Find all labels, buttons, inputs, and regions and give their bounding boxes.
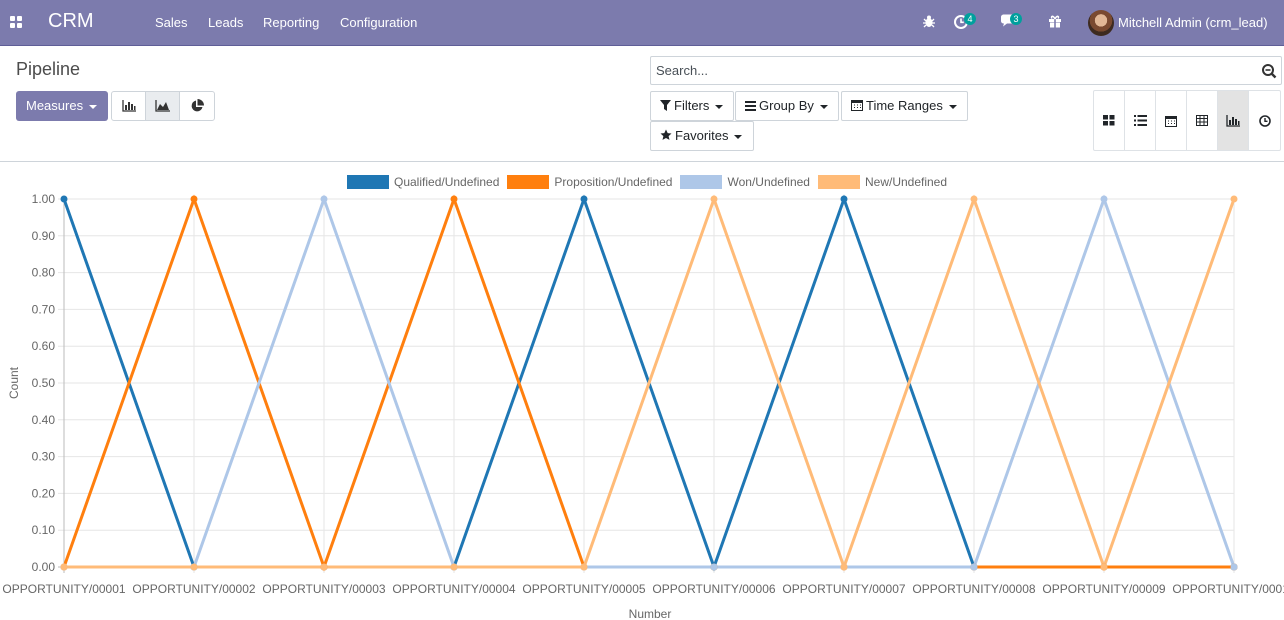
caret-down-icon bbox=[715, 104, 724, 109]
menu-leads[interactable]: Leads bbox=[208, 15, 243, 30]
menu-configuration[interactable]: Configuration bbox=[340, 15, 417, 30]
search-icon[interactable] bbox=[1261, 63, 1277, 79]
apps-menu-icon[interactable] bbox=[10, 16, 22, 28]
control-panel: Pipeline Measures Filters Group By Time … bbox=[0, 46, 1284, 162]
data-point bbox=[1230, 563, 1238, 571]
filters-button[interactable]: Filters bbox=[650, 91, 734, 121]
menu-sales[interactable]: Sales bbox=[155, 15, 188, 30]
activity-icon[interactable] bbox=[1249, 91, 1280, 150]
data-point bbox=[190, 195, 198, 203]
y-tick-label: 0.80 bbox=[32, 266, 56, 280]
group-by-label: Group By bbox=[759, 98, 814, 113]
y-axis-title: Count bbox=[7, 366, 21, 399]
data-point bbox=[710, 563, 718, 571]
filters-label: Filters bbox=[674, 98, 710, 113]
data-point bbox=[60, 563, 68, 571]
y-tick-label: 0.70 bbox=[32, 302, 56, 316]
data-point bbox=[1100, 563, 1108, 571]
message-count-badge: 3 bbox=[1010, 13, 1022, 25]
graph-icon[interactable] bbox=[1218, 91, 1249, 150]
favorites-label: Favorites bbox=[675, 128, 729, 143]
y-tick-label: 0.20 bbox=[32, 486, 56, 500]
graph-view: Qualified/Undefined Proposition/Undefined… bbox=[0, 162, 1284, 620]
x-tick-label: OPPORTUNITY/00006 bbox=[652, 582, 775, 596]
y-tick-label: 0.90 bbox=[32, 229, 56, 243]
data-point bbox=[1230, 195, 1238, 203]
x-tick-label: OPPORTUNITY/00002 bbox=[132, 582, 255, 596]
y-tick-label: 0.40 bbox=[32, 413, 56, 427]
x-tick-label: OPPORTUNITY/00008 bbox=[912, 582, 1035, 596]
data-point bbox=[450, 563, 458, 571]
x-tick-label: OPPORTUNITY/00009 bbox=[1042, 582, 1165, 596]
view-switcher bbox=[1093, 90, 1281, 151]
gift-icon[interactable] bbox=[1047, 13, 1065, 31]
page-title: Pipeline bbox=[16, 59, 81, 79]
data-point bbox=[710, 195, 718, 203]
caret-down-icon bbox=[89, 104, 98, 109]
x-tick-label: OPPORTUNITY/00007 bbox=[782, 582, 905, 596]
y-tick-label: 0.30 bbox=[32, 450, 56, 464]
bars-icon bbox=[745, 101, 756, 111]
y-tick-label: 1.00 bbox=[32, 192, 56, 206]
group-by-button[interactable]: Group By bbox=[735, 91, 839, 121]
chart-mode-switcher bbox=[111, 91, 215, 121]
data-point bbox=[970, 563, 978, 571]
search-input[interactable] bbox=[656, 63, 1246, 78]
measures-button[interactable]: Measures bbox=[16, 91, 108, 121]
line-chart: 0.00 0.10 0.20 0.30 0.40 0.50 0.60 0.70 0.80 0.90… bbox=[2, 192, 1284, 620]
time-ranges-label: Time Ranges bbox=[866, 98, 943, 113]
data-point bbox=[840, 195, 848, 203]
x-axis-title: Number bbox=[629, 607, 672, 620]
pie-chart-icon[interactable] bbox=[180, 92, 214, 120]
time-ranges-button[interactable]: Time Ranges bbox=[841, 91, 968, 121]
y-tick-label: 0.50 bbox=[32, 376, 56, 390]
top-navbar: CRM Sales Leads Reporting Configuration … bbox=[0, 0, 1284, 46]
measures-label: Measures bbox=[26, 98, 84, 113]
app-brand[interactable]: CRM bbox=[48, 10, 94, 33]
caret-down-icon bbox=[734, 134, 743, 139]
x-tick-label: OPPORTUNITY/00004 bbox=[392, 582, 515, 596]
data-point bbox=[60, 195, 68, 203]
x-tick-label: OPPORTUNITY/00001 bbox=[2, 582, 125, 596]
y-tick-label: 0.00 bbox=[32, 560, 56, 574]
x-tick-label: OPPORTUNITY/00005 bbox=[522, 582, 645, 596]
user-avatar[interactable] bbox=[1088, 10, 1114, 36]
data-point bbox=[1100, 195, 1108, 203]
search-box bbox=[650, 56, 1282, 85]
debug-bug-icon[interactable] bbox=[921, 13, 939, 31]
data-point bbox=[840, 563, 848, 571]
y-tick-label: 0.60 bbox=[32, 339, 56, 353]
activity-count-badge: 4 bbox=[964, 13, 976, 25]
menu-reporting[interactable]: Reporting bbox=[263, 15, 319, 30]
data-point bbox=[580, 563, 588, 571]
messages-icon[interactable]: 3 bbox=[1000, 13, 1022, 31]
data-point bbox=[190, 563, 198, 571]
x-tick-label: OPPORTUNITY/00010 bbox=[1172, 582, 1284, 596]
x-tick-label: OPPORTUNITY/00003 bbox=[262, 582, 385, 596]
filter-icon bbox=[660, 100, 671, 111]
favorites-button[interactable]: Favorites bbox=[650, 121, 754, 151]
calendar-icon[interactable] bbox=[1156, 91, 1187, 150]
data-point bbox=[320, 195, 328, 203]
activity-clock-icon[interactable]: 4 bbox=[954, 13, 976, 31]
list-icon[interactable] bbox=[1125, 91, 1156, 150]
calendar-icon bbox=[851, 100, 863, 111]
y-tick-label: 0.10 bbox=[32, 523, 56, 537]
kanban-icon[interactable] bbox=[1094, 91, 1125, 150]
data-point bbox=[450, 195, 458, 203]
pivot-icon[interactable] bbox=[1187, 91, 1218, 150]
line-chart-icon[interactable] bbox=[146, 92, 180, 120]
caret-down-icon bbox=[819, 104, 828, 109]
data-point bbox=[580, 195, 588, 203]
bar-chart-icon[interactable] bbox=[112, 92, 146, 120]
caret-down-icon bbox=[948, 104, 957, 109]
data-point bbox=[970, 195, 978, 203]
data-point bbox=[320, 563, 328, 571]
user-menu[interactable]: Mitchell Admin (crm_lead) bbox=[1118, 15, 1268, 30]
star-icon bbox=[660, 129, 672, 140]
